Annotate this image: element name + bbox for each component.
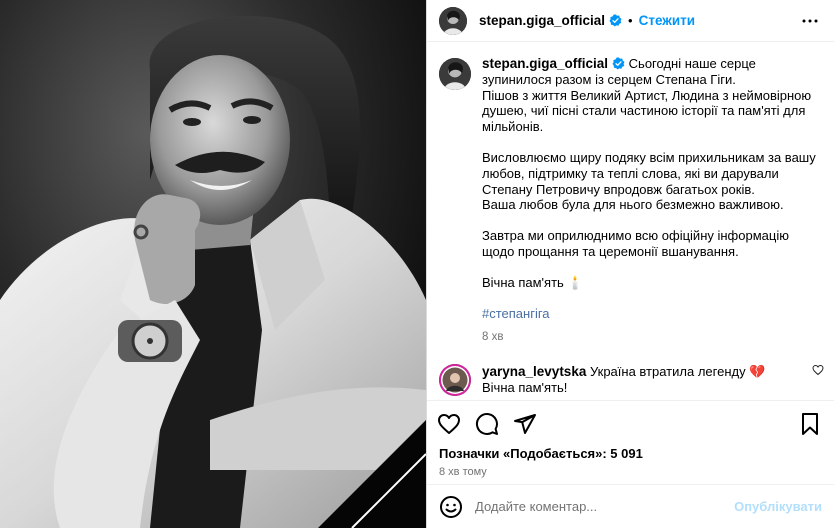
- caption-hashtag[interactable]: #степангіга: [482, 306, 822, 322]
- post-header: stepan.giga_official • Стежити: [427, 0, 834, 42]
- verified-badge-icon: [609, 14, 622, 27]
- avatar-image: [439, 58, 471, 90]
- post-photo[interactable]: [0, 0, 426, 528]
- caption-text-4: Вічна пам'ять 🕯️: [482, 274, 584, 290]
- author-avatar[interactable]: [439, 6, 467, 35]
- comment-like-icon[interactable]: [812, 364, 824, 376]
- portrait-image: [0, 0, 426, 528]
- caption-text-3: Завтра ми оприлюднимо всю офіційну інфор…: [482, 228, 789, 259]
- comment-text-1: Україна втратила легенду 💔: [589, 364, 766, 380]
- emoji-icon[interactable]: [439, 495, 463, 519]
- heart-icon[interactable]: [437, 412, 461, 436]
- post-timestamp[interactable]: 8 хв тому: [427, 464, 834, 484]
- post-viewer: stepan.giga_official • Стежити stepan.gi…: [0, 0, 834, 528]
- comment-body: yaryna_levytska Україна втратила легенду…: [482, 364, 802, 396]
- caption-text-2: Висловлюємо щиру подяку всім прихильника…: [482, 149, 816, 213]
- publish-button[interactable]: Опублікувати: [734, 499, 822, 514]
- avatar-image: [439, 6, 467, 35]
- commenter-avatar[interactable]: [439, 364, 471, 397]
- comment-icon[interactable]: [475, 412, 499, 436]
- caption-username[interactable]: stepan.giga_official: [482, 56, 608, 71]
- action-bar: [427, 400, 834, 446]
- caption-body: stepan.giga_official Сьогодні наше серце…: [482, 56, 822, 346]
- send-icon[interactable]: [513, 412, 537, 436]
- comment-text-2: Вічна пам'ять!: [482, 380, 568, 396]
- caption-paragraph: stepan.giga_official Сьогодні наше серце…: [482, 56, 822, 135]
- comment-item: yaryna_levytska Україна втратила легенду…: [439, 364, 824, 397]
- separator-dot: •: [628, 13, 633, 28]
- bookmark-icon[interactable]: [798, 412, 822, 436]
- more-icon[interactable]: [798, 9, 822, 33]
- author-username[interactable]: stepan.giga_official: [479, 13, 605, 28]
- caption-avatar[interactable]: [439, 58, 471, 90]
- follow-button[interactable]: Стежити: [639, 13, 695, 28]
- add-comment-bar: Опублікувати: [427, 484, 834, 528]
- caption: stepan.giga_official Сьогодні наше серце…: [439, 56, 822, 346]
- avatar-image: [439, 364, 471, 397]
- comment-input[interactable]: [475, 499, 735, 514]
- post-sidebar: stepan.giga_official • Стежити stepan.gi…: [426, 0, 834, 528]
- commenter-username[interactable]: yaryna_levytska: [482, 364, 586, 379]
- likes-count[interactable]: Позначки «Подобається»: 5 091: [427, 446, 834, 464]
- verified-badge-icon: [612, 57, 625, 70]
- comments-area[interactable]: stepan.giga_official Сьогодні наше серце…: [427, 42, 834, 400]
- caption-time[interactable]: 8 хв: [482, 330, 822, 346]
